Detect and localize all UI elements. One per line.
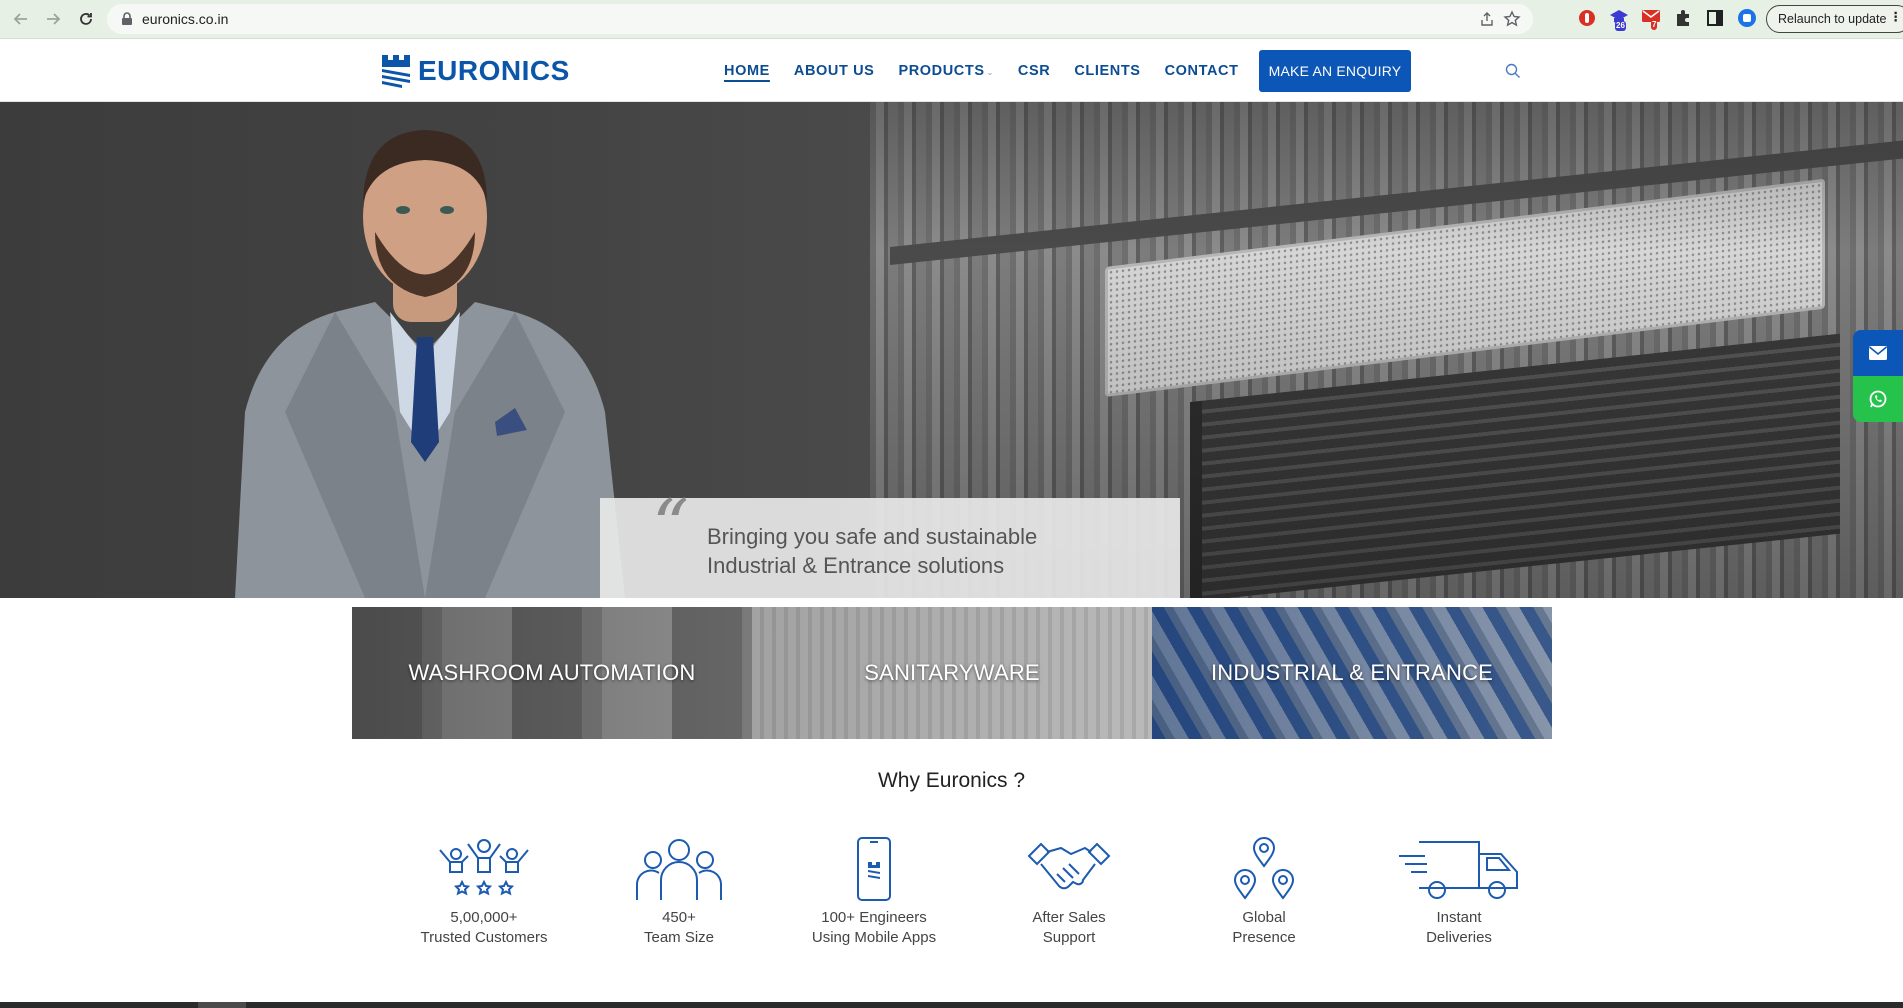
forward-arrow-icon — [47, 13, 61, 25]
category-industrial-entrance[interactable]: INDUSTRIAL & ENTRANCE — [1152, 607, 1552, 739]
whatsapp-icon — [1869, 390, 1887, 408]
features-row: 5,00,000+ Trusted Customers 450+ Team Si… — [378, 830, 1538, 960]
lock-icon — [122, 12, 132, 25]
quote-mark-icon: “ — [652, 484, 689, 568]
handshake-icon — [1027, 842, 1111, 890]
brand-ambassador-image — [235, 130, 625, 598]
feature-caption: Presence — [1232, 929, 1296, 946]
nav-products[interactable]: PRODUCTS ⌄ — [898, 63, 993, 79]
logo-emblem-icon — [382, 55, 410, 88]
hero-tagline-line2: Industrial & Entrance solutions — [707, 553, 1005, 578]
feature-value: 450+ — [662, 909, 696, 926]
envelope-icon — [1868, 346, 1888, 360]
extension-badge: 26 — [1615, 21, 1626, 31]
category-sanitaryware[interactable]: SANITARYWARE — [752, 607, 1152, 739]
nav-home[interactable]: HOME — [724, 63, 770, 79]
more-menu-icon[interactable]: ⋮ — [1890, 9, 1903, 24]
nav-about-us[interactable]: ABOUT US — [794, 63, 875, 79]
category-label: SANITARYWARE — [864, 660, 1040, 685]
relaunch-button[interactable]: Relaunch to update ⋮ — [1766, 5, 1903, 33]
why-euronics-heading: Why Euronics ? — [877, 769, 1026, 792]
feature-caption: Trusted Customers — [420, 929, 548, 946]
feature-team-size: 450+ Team Size — [589, 830, 769, 948]
site-header: EURONICS HOME ABOUT US PRODUCTS ⌄ CSR CLI… — [0, 39, 1903, 102]
sidepanel-icon[interactable] — [1705, 8, 1725, 28]
extension-badge: 7 — [1651, 20, 1658, 30]
feature-caption: Deliveries — [1426, 929, 1492, 946]
address-bar[interactable]: euronics.co.in — [107, 4, 1533, 34]
feature-trusted-customers: 5,00,000+ Trusted Customers — [394, 830, 574, 948]
hero-tagline-line1: Bringing you safe and sustainable — [707, 524, 1038, 549]
url-text: euronics.co.in — [142, 11, 229, 27]
product-categories: WASHROOM AUTOMATION SANITARYWARE INDUSTR… — [352, 607, 1552, 739]
search-icon[interactable] — [1505, 63, 1521, 79]
browser-toolbar: euronics.co.in 26 7 Relaunch to update ⋮ — [0, 0, 1903, 39]
feature-value: 100+ Engineers — [821, 909, 927, 926]
euronics-logo[interactable]: EURONICS — [380, 53, 570, 89]
feature-caption: Using Mobile Apps — [811, 929, 937, 946]
category-washroom-automation[interactable]: WASHROOM AUTOMATION — [352, 607, 752, 739]
logo-text: EURONICS — [418, 55, 570, 86]
location-pins-icon — [1233, 837, 1295, 900]
share-icon[interactable] — [1479, 11, 1495, 27]
team-icon — [636, 839, 722, 900]
mobile-app-icon — [857, 837, 891, 901]
reload-icon — [80, 13, 92, 25]
graduation-cap-extension[interactable]: 26 — [1609, 8, 1631, 31]
hero-tagline: Bringing you safe and sustainable Indust… — [707, 522, 1037, 580]
feature-instant-deliveries: Instant Deliveries — [1369, 830, 1549, 948]
hero-banner: “ Bringing you safe and sustainable Indu… — [0, 102, 1903, 598]
nav-contact[interactable]: CONTACT — [1165, 63, 1239, 79]
feature-value: After Sales — [1032, 909, 1106, 926]
relaunch-label: Relaunch to update — [1778, 12, 1887, 26]
feature-global-presence: Global Presence — [1174, 830, 1354, 948]
adblock-icon[interactable] — [1577, 8, 1597, 28]
footer-strip-segment — [198, 1002, 246, 1008]
floating-whatsapp-button[interactable] — [1853, 376, 1903, 422]
floating-email-button[interactable] — [1853, 330, 1903, 376]
feature-engineers-mobile-apps: 100+ Engineers Using Mobile Apps — [784, 830, 964, 948]
bookmark-star-icon[interactable] — [1503, 10, 1521, 28]
nav-csr[interactable]: CSR — [1018, 63, 1050, 79]
celebrating-people-icon — [439, 839, 529, 896]
category-label: INDUSTRIAL & ENTRANCE — [1210, 660, 1494, 685]
feature-value: Global — [1242, 909, 1286, 926]
feature-after-sales-support: After Sales Support — [979, 830, 1159, 948]
gmail-extension[interactable]: 7 — [1641, 8, 1663, 30]
feature-value: 5,00,000+ — [450, 909, 518, 926]
make-an-enquiry-button[interactable]: MAKE AN ENQUIRY — [1259, 50, 1411, 92]
nav-clients[interactable]: CLIENTS — [1074, 63, 1140, 79]
nav-products-label: PRODUCTS — [898, 63, 985, 79]
back-arrow-icon — [13, 13, 27, 25]
feature-caption: Team Size — [643, 929, 715, 946]
footer-strip — [0, 1002, 1903, 1008]
forward-button[interactable] — [41, 7, 65, 31]
delivery-truck-icon — [1399, 841, 1518, 899]
feature-caption: Support — [1042, 929, 1096, 946]
feature-value: Instant — [1436, 909, 1482, 926]
puzzle-icon[interactable] — [1673, 8, 1693, 28]
reload-button[interactable] — [74, 7, 98, 31]
profile-icon[interactable] — [1737, 8, 1757, 28]
category-label: WASHROOM AUTOMATION — [408, 660, 696, 685]
chevron-down-icon: ⌄ — [986, 68, 994, 77]
main-nav: HOME ABOUT US PRODUCTS ⌄ CSR CLIENTS CONT… — [724, 63, 1263, 79]
back-button[interactable] — [9, 7, 33, 31]
